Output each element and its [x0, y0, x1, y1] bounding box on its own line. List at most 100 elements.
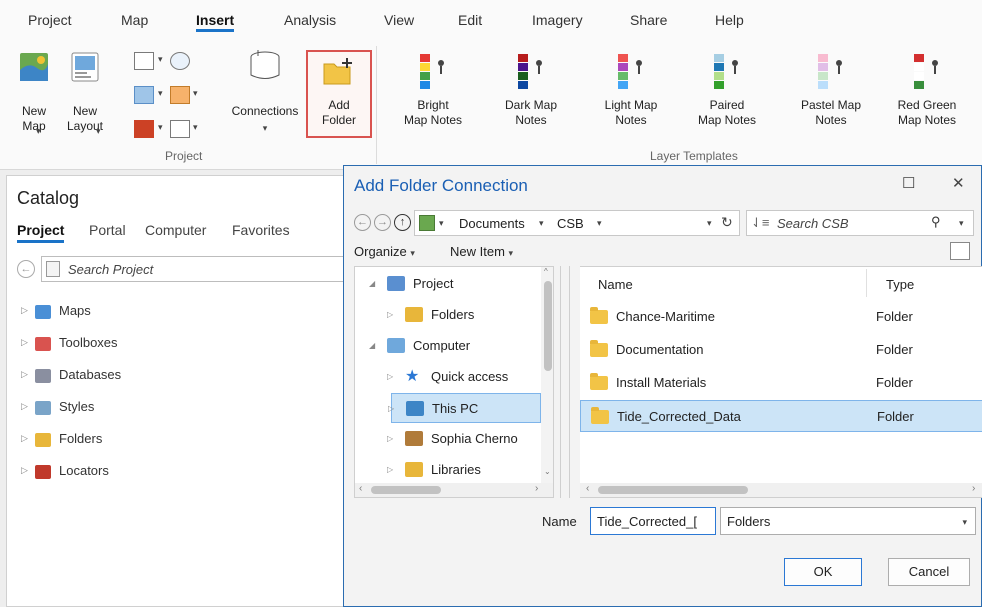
catalog-tab-favorites[interactable]: Favorites: [232, 222, 290, 238]
maximize-button[interactable]: ☐: [902, 174, 915, 192]
file-hscroll-thumb[interactable]: [598, 486, 748, 494]
expand-arrow-icon[interactable]: ▷: [387, 310, 393, 319]
nav-item-computer[interactable]: ◢ Computer: [355, 331, 539, 361]
toolbox-dropdown-icon[interactable]: ▾: [158, 122, 163, 133]
expand-arrow-icon[interactable]: ▷: [387, 434, 393, 443]
nav-item-quick-access[interactable]: ▷ ★ Quick access: [355, 362, 539, 392]
tab-insert[interactable]: Insert: [196, 12, 235, 32]
new-map-button[interactable]: New Map: [14, 52, 54, 134]
breadcrumb-csb[interactable]: CSB: [557, 216, 584, 231]
back-arrow-icon[interactable]: ←: [354, 214, 371, 231]
catalog-tree-item-databases[interactable]: ▷ Databases: [21, 366, 321, 388]
nav-item-project[interactable]: ◢ Project: [355, 269, 539, 299]
breadcrumb-csb-dropdown-icon[interactable]: ▾: [597, 218, 602, 229]
catalog-tree-item-folders[interactable]: ▷ Folders: [21, 430, 321, 452]
new-layout-dropdown-icon[interactable]: ▾: [96, 126, 101, 137]
notebook-icon[interactable]: [170, 120, 190, 138]
column-divider[interactable]: [866, 269, 867, 297]
tab-share[interactable]: Share: [630, 12, 667, 28]
nav-horizontal-scrollbar[interactable]: ‹ ›: [355, 483, 553, 497]
catalog-tab-computer[interactable]: Computer: [145, 222, 206, 238]
tab-help[interactable]: Help: [715, 12, 744, 28]
catalog-search-input[interactable]: Search Project: [41, 256, 351, 282]
template-pastel-map-notes-button[interactable]: Pastel Map Notes: [784, 54, 878, 138]
nav-scroll-thumb[interactable]: [544, 281, 552, 371]
location-dropdown-icon[interactable]: ▾: [439, 218, 444, 229]
template-bright-map-notes-button[interactable]: Bright Map Notes: [386, 54, 480, 138]
column-header-type[interactable]: Type: [886, 277, 914, 292]
catalog-tree-item-maps[interactable]: ▷ Maps: [21, 302, 321, 324]
tab-edit[interactable]: Edit: [458, 12, 482, 28]
tab-view[interactable]: View: [384, 12, 414, 28]
new-item-menu[interactable]: New Item ▾: [450, 244, 513, 259]
new-report-icon[interactable]: [134, 52, 154, 70]
task-icon[interactable]: [170, 86, 190, 104]
template-red-green-map-notes-button[interactable]: Red Green Map Notes: [880, 54, 974, 138]
nav-item-this-pc[interactable]: ▷ This PC: [388, 393, 541, 423]
file-scroll-right-icon[interactable]: ›: [972, 483, 975, 494]
catalog-tree-item-locators[interactable]: ▷ Locators: [21, 462, 321, 484]
dialog-search-input[interactable]: ⇃≡ Search CSB ⚲ ▾: [746, 210, 974, 236]
expand-arrow-icon[interactable]: ▷: [21, 337, 28, 348]
scroll-right-icon[interactable]: ›: [535, 483, 538, 494]
search-icon[interactable]: ⚲: [931, 214, 941, 230]
template-paired-map-notes-button[interactable]: Paired Map Notes: [680, 54, 774, 138]
cancel-button[interactable]: Cancel: [888, 558, 970, 586]
file-row-install-materials[interactable]: Install Materials Folder: [580, 367, 982, 399]
add-folder-button[interactable]: Add Folder: [306, 50, 372, 138]
file-row-chance-maritime[interactable]: Chance-Maritime Folder: [580, 301, 982, 333]
catalog-tree-item-styles[interactable]: ▷ Styles: [21, 398, 321, 420]
expand-arrow-icon[interactable]: ▷: [388, 404, 394, 413]
expand-arrow-icon[interactable]: ▷: [21, 369, 28, 380]
nav-vertical-scrollbar[interactable]: ^ ⌄: [541, 267, 553, 483]
nav-item-sophia-cherno[interactable]: ▷ Sophia Cherno: [355, 424, 539, 454]
connections-button[interactable]: Connections ▾: [226, 50, 304, 140]
chart-dropdown-icon[interactable]: ▾: [158, 88, 163, 99]
back-icon[interactable]: ←: [17, 260, 35, 278]
catalog-tree-item-toolboxes[interactable]: ▷ Toolboxes: [21, 334, 321, 356]
catalog-tab-project[interactable]: Project: [17, 222, 65, 243]
pane-splitter[interactable]: [560, 266, 570, 498]
collapse-arrow-icon[interactable]: ◢: [369, 279, 375, 288]
nav-item-folders[interactable]: ▷ Folders: [355, 300, 539, 330]
expand-arrow-icon[interactable]: ▷: [387, 465, 393, 474]
chart-icon[interactable]: [134, 86, 154, 104]
new-layout-button[interactable]: New Layout: [62, 52, 108, 134]
column-header-name[interactable]: Name: [598, 277, 633, 292]
history-dropdown-icon[interactable]: ▾: [707, 218, 712, 229]
scroll-up-icon[interactable]: ^: [544, 267, 548, 276]
file-scroll-left-icon[interactable]: ‹: [586, 483, 589, 494]
filter-select[interactable]: Folders ▾: [720, 507, 976, 535]
collapse-arrow-icon[interactable]: ◢: [369, 341, 375, 350]
scroll-left-icon[interactable]: ‹: [359, 483, 362, 494]
forward-arrow-icon[interactable]: →: [374, 214, 391, 231]
file-horizontal-scrollbar[interactable]: ‹ ›: [580, 483, 982, 497]
refresh-icon[interactable]: ↻: [721, 214, 733, 231]
template-light-map-notes-button[interactable]: Light Map Notes: [584, 54, 678, 138]
tab-map[interactable]: Map: [121, 12, 148, 28]
tab-project[interactable]: Project: [28, 12, 72, 28]
import-icon[interactable]: [170, 52, 190, 70]
close-button[interactable]: ✕: [952, 174, 965, 192]
file-row-documentation[interactable]: Documentation Folder: [580, 334, 982, 366]
file-row-tide-corrected-data[interactable]: Tide_Corrected_Data Folder: [580, 400, 982, 432]
search-options-icon[interactable]: ▾: [959, 218, 964, 229]
sort-icon[interactable]: ⇃≡: [751, 215, 769, 231]
up-arrow-icon[interactable]: ↑: [394, 214, 411, 231]
address-bar[interactable]: ▾ Documents ▾ CSB ▾ ▾ ↻: [414, 210, 740, 236]
tab-analysis[interactable]: Analysis: [284, 12, 336, 28]
new-map-dropdown-icon[interactable]: ▾: [36, 126, 41, 137]
expand-arrow-icon[interactable]: ▷: [21, 433, 28, 444]
report-dropdown-icon[interactable]: ▾: [158, 54, 163, 65]
ok-button[interactable]: OK: [784, 558, 862, 586]
view-options-icon[interactable]: [950, 242, 970, 260]
expand-arrow-icon[interactable]: ▷: [387, 372, 393, 381]
expand-arrow-icon[interactable]: ▷: [21, 465, 28, 476]
tab-imagery[interactable]: Imagery: [532, 12, 583, 28]
breadcrumb-separator-icon[interactable]: ▾: [539, 218, 544, 229]
expand-arrow-icon[interactable]: ▷: [21, 401, 28, 412]
organize-menu[interactable]: Organize ▾: [354, 244, 415, 259]
notebook-dropdown-icon[interactable]: ▾: [193, 122, 198, 133]
breadcrumb-documents[interactable]: Documents: [459, 216, 525, 231]
scroll-down-icon[interactable]: ⌄: [544, 467, 551, 476]
